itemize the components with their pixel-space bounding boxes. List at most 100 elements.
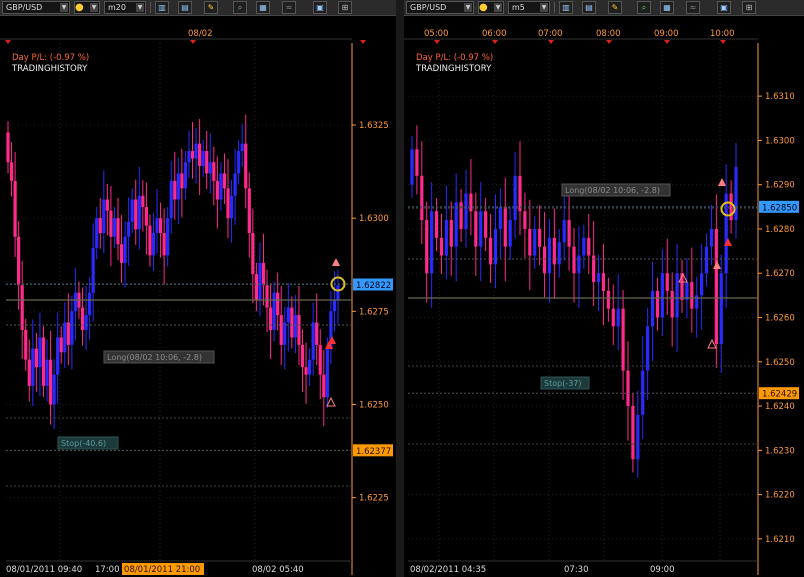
candle-body — [503, 206, 507, 247]
candle-body — [444, 220, 448, 256]
chevron-down-icon: ▼ — [494, 3, 502, 12]
candle-body — [222, 173, 227, 189]
candle-body — [215, 180, 219, 200]
candle-body — [557, 242, 561, 265]
candle-body — [538, 228, 542, 247]
indicators-button[interactable]: ▤ — [178, 1, 192, 14]
candle-body — [251, 233, 255, 275]
candle-body — [180, 173, 184, 189]
template-button[interactable]: ≈ — [686, 1, 700, 14]
candle-body — [41, 337, 46, 386]
candle-body — [169, 180, 173, 219]
price-tick-label: 1.6275 — [359, 307, 389, 317]
candle-body — [148, 225, 152, 256]
level-price-label: 1.62429 — [762, 390, 797, 400]
left-chart-panel[interactable]: GBP/USD ▼ ● ▼ m20 ▼ ▥ ▤ ✎ ⌕ ▦ ≈ ▣ ⊞ 1.6325 1… — [0, 0, 400, 577]
candle-body — [219, 173, 223, 200]
candles-icon: ▥ — [158, 3, 166, 12]
candle-body — [322, 374, 326, 398]
candle-body — [283, 322, 287, 345]
candle-body — [547, 237, 552, 274]
indicator-icon: ● — [479, 2, 488, 13]
right-timeframe-value: m5 — [512, 3, 525, 12]
print-button[interactable]: ▦ — [660, 1, 674, 14]
candle-body — [734, 166, 738, 221]
time-label: 07:30 — [564, 565, 589, 575]
candle-body — [205, 151, 209, 174]
candle-body — [247, 188, 251, 234]
settings-button[interactable]: ▣ — [717, 1, 731, 14]
candle-body — [198, 143, 202, 166]
time-label: 08/02/2011 04:35 — [410, 565, 486, 575]
left-toolbar: GBP/USD ▼ ● ▼ m20 ▼ ▥ ▤ ✎ ⌕ ▦ ≈ ▣ ⊞ — [0, 0, 396, 16]
more-button[interactable]: ⊞ — [742, 1, 756, 14]
chevron-down-icon: ▼ — [90, 3, 98, 12]
left-indicator-select[interactable]: ● ▼ — [74, 1, 100, 14]
right-timeframe-select[interactable]: m5 ▼ — [508, 1, 550, 14]
draw-tool-button[interactable]: ✎ — [608, 1, 622, 14]
candle-body — [315, 322, 319, 345]
more-button[interactable]: ⊞ — [338, 1, 352, 14]
candle-body — [279, 315, 283, 345]
top-time-label: 09:00 — [654, 29, 679, 39]
left-chart-canvas[interactable]: 1.6325 1.6300 1.6275 1.6250 1.6225 1.62822 1.6… — [0, 16, 400, 577]
print-icon: ▦ — [259, 3, 267, 12]
candle-body — [508, 220, 512, 247]
chevron-down-icon: ▼ — [60, 3, 68, 12]
window-icon: ▣ — [316, 3, 324, 12]
grid-icon: ⊞ — [745, 3, 753, 12]
candle-body — [183, 162, 188, 189]
right-chart-panel[interactable]: GBP/USD ▼ ● ▼ m5 ▼ ▥ ▤ ✎ ⌕ ▦ ≈ ▣ ⊞ 1.6310 1.… — [404, 0, 804, 577]
template-button[interactable]: ≈ — [282, 1, 296, 14]
pencil-icon: ✎ — [207, 3, 215, 12]
chart-type-button[interactable]: ▥ — [559, 1, 573, 14]
candle-body — [48, 359, 53, 405]
chart-type-button[interactable]: ▥ — [155, 1, 169, 14]
candle-body — [201, 151, 205, 166]
right-chart-canvas[interactable]: 1.6310 1.6300 1.6290 1.6280 1.6270 1.6260 1.62… — [404, 16, 804, 577]
candle-body — [226, 188, 230, 219]
candle-body — [631, 406, 635, 460]
candle-body — [596, 273, 601, 283]
draw-tool-button[interactable]: ✎ — [204, 1, 218, 14]
candle-body — [523, 211, 527, 229]
top-time-label: 05:00 — [424, 29, 449, 39]
candle-body — [102, 199, 106, 234]
price-tick-label: 1.6300 — [765, 136, 795, 146]
table-icon: ▤ — [585, 3, 593, 12]
zoom-button[interactable]: ⌕ — [233, 1, 247, 14]
lines-icon: ≈ — [689, 3, 697, 12]
candle-body — [109, 210, 113, 237]
right-indicator-select[interactable]: ● ▼ — [478, 1, 504, 14]
candle-body — [268, 307, 273, 330]
candle-body — [513, 175, 517, 221]
toolbar-separator — [554, 2, 555, 13]
candle-body — [173, 180, 177, 200]
candle-body — [332, 300, 337, 312]
candle-body — [141, 195, 145, 207]
pencil-icon: ✎ — [611, 3, 619, 12]
chevron-down-icon: ▼ — [136, 3, 144, 12]
candle-body — [137, 195, 141, 230]
print-button[interactable]: ▦ — [256, 1, 270, 14]
price-tick-label: 1.6290 — [765, 181, 795, 191]
candle-body — [685, 282, 689, 300]
candle-body — [212, 162, 216, 181]
candle-body — [13, 180, 17, 237]
top-time-label: 07:00 — [538, 29, 563, 39]
right-symbol-select[interactable]: GBP/USD ▼ — [406, 1, 474, 14]
candle-body — [300, 344, 305, 368]
candle-body — [52, 374, 56, 405]
day-pl-label: Day P/L: (-0.97 %) — [416, 53, 493, 63]
indicators-button[interactable]: ▤ — [582, 1, 596, 14]
left-symbol-select[interactable]: GBP/USD ▼ — [2, 1, 70, 14]
period-marker — [720, 40, 726, 44]
zoom-button[interactable]: ⌕ — [637, 1, 651, 14]
candle-body — [650, 290, 655, 327]
candle-body — [552, 237, 556, 265]
settings-button[interactable]: ▣ — [313, 1, 327, 14]
period-marker — [5, 40, 11, 44]
candle-body — [17, 236, 21, 286]
left-timeframe-select[interactable]: m20 ▼ — [104, 1, 146, 14]
crosshair-time-label: 08/01/2011 21:00 — [124, 565, 200, 575]
